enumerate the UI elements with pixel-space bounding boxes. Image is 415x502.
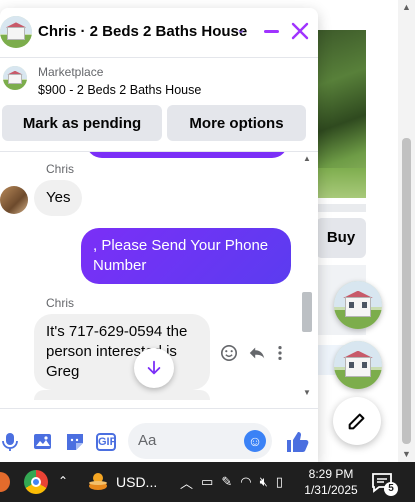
scroll-up-arrow-icon[interactable]: ▲ bbox=[401, 2, 412, 12]
close-icon[interactable] bbox=[290, 21, 310, 41]
windows-taskbar: ⌃ USD... ︿ ▭ ✎ ◠ 🔇︎ ▯ 8:29 PM 1/31/2025 … bbox=[0, 462, 415, 502]
chat-title[interactable]: Chris · 2 Beds 2 Baths House bbox=[38, 23, 247, 40]
chat-scroll-up-icon[interactable]: ▲ bbox=[301, 154, 313, 163]
message-bubble-outgoing[interactable]: , Please Send Your Phone Number bbox=[81, 228, 291, 284]
house-thumbnail-icon bbox=[334, 341, 382, 389]
app-icon bbox=[0, 472, 10, 492]
message-list[interactable]: Chris Yes , Please Send Your Phone Numbe… bbox=[0, 152, 300, 400]
page-scrollbar-thumb[interactable] bbox=[402, 138, 411, 444]
thumbs-up-icon[interactable] bbox=[284, 429, 310, 455]
background-row bbox=[318, 204, 366, 212]
chat-scrollbar[interactable]: ▲ ▼ bbox=[300, 152, 314, 400]
arrow-down-icon bbox=[147, 360, 161, 375]
message-bubble-incoming-partial bbox=[34, 390, 210, 400]
contact-avatar[interactable] bbox=[0, 16, 32, 48]
minimize-icon[interactable] bbox=[264, 30, 279, 33]
chat-header[interactable]: Chris · 2 Beds 2 Baths House ⌄ bbox=[0, 8, 318, 58]
listing-photo bbox=[318, 30, 366, 198]
message-actions bbox=[220, 344, 284, 362]
photo-icon[interactable] bbox=[32, 431, 54, 453]
buy-button[interactable]: Buy bbox=[316, 218, 366, 258]
compose-icon bbox=[348, 413, 365, 430]
phone-link-icon[interactable]: ▯ bbox=[276, 474, 283, 490]
clock-date: 1/31/2025 bbox=[304, 483, 358, 497]
chat-scrollbar-thumb[interactable] bbox=[302, 292, 312, 332]
gif-icon[interactable]: GIF bbox=[96, 433, 116, 451]
new-message-button[interactable] bbox=[333, 397, 381, 445]
page-scrollbar[interactable]: ▲ ▼ bbox=[398, 0, 415, 462]
message-bubble-incoming[interactable]: Yes bbox=[34, 180, 83, 216]
show-hidden-icons-icon[interactable]: ︿ bbox=[180, 473, 193, 492]
composer-bar: GIF Aa ☺ bbox=[0, 408, 318, 462]
previous-sent-bubble bbox=[86, 152, 288, 158]
weather-icon bbox=[89, 473, 107, 490]
volume-muted-icon[interactable]: 🔇︎ bbox=[260, 474, 268, 490]
more-options-button[interactable]: More options bbox=[167, 105, 306, 141]
sender-name: Chris bbox=[46, 162, 75, 176]
pen-icon[interactable]: ✎ bbox=[221, 474, 232, 490]
mark-as-pending-button[interactable]: Mark as pending bbox=[2, 105, 162, 141]
react-emoji-icon[interactable] bbox=[220, 344, 238, 362]
marketplace-label: Marketplace bbox=[38, 65, 104, 79]
emoji-icon[interactable]: ☺ bbox=[244, 430, 266, 452]
listing-thumbnail bbox=[3, 66, 27, 90]
listing-title[interactable]: $900 - 2 Beds 2 Baths House bbox=[38, 83, 201, 97]
more-vertical-icon[interactable] bbox=[276, 344, 284, 362]
weather-widget[interactable]: USD... bbox=[86, 468, 176, 496]
scroll-to-latest-button[interactable] bbox=[134, 348, 174, 388]
house-thumbnail-icon bbox=[0, 16, 32, 48]
notification-count-badge: 5 bbox=[384, 482, 398, 496]
house-thumbnail-icon bbox=[3, 66, 27, 90]
marketplace-listing-banner[interactable]: Marketplace $900 - 2 Beds 2 Baths House bbox=[0, 60, 318, 104]
sender-name: Chris bbox=[46, 296, 75, 310]
sticker-icon[interactable] bbox=[64, 431, 86, 453]
clock-time: 8:29 PM bbox=[308, 467, 354, 481]
chat-head-house[interactable] bbox=[334, 281, 382, 329]
scroll-down-arrow-icon[interactable]: ▼ bbox=[401, 449, 412, 459]
wifi-icon[interactable]: ◠ bbox=[240, 474, 251, 490]
microphone-icon[interactable] bbox=[0, 431, 22, 453]
system-tray: ︿ ▭ ✎ ◠ 🔇︎ ▯ bbox=[180, 462, 283, 502]
clock[interactable]: 8:29 PM 1/31/2025 bbox=[300, 466, 362, 498]
house-thumbnail-icon bbox=[334, 281, 382, 329]
chat-window: Chris · 2 Beds 2 Baths House ⌄ Marketpla… bbox=[0, 8, 318, 462]
chevron-up-icon[interactable]: ⌃ bbox=[58, 474, 68, 488]
message-bubble-incoming[interactable]: It's 717-629-0594 the person interested … bbox=[34, 314, 210, 390]
chrome-icon[interactable] bbox=[22, 468, 52, 496]
sender-avatar[interactable] bbox=[0, 186, 28, 214]
battery-icon[interactable]: ▭ bbox=[201, 474, 213, 490]
taskbar-app-icon[interactable] bbox=[0, 468, 20, 496]
reply-icon[interactable] bbox=[248, 344, 266, 362]
chat-scroll-down-icon[interactable]: ▼ bbox=[301, 388, 313, 397]
chat-head-house-2[interactable] bbox=[334, 341, 382, 389]
weather-text: USD... bbox=[116, 474, 158, 490]
chevron-down-icon[interactable]: ⌄ bbox=[236, 22, 246, 36]
